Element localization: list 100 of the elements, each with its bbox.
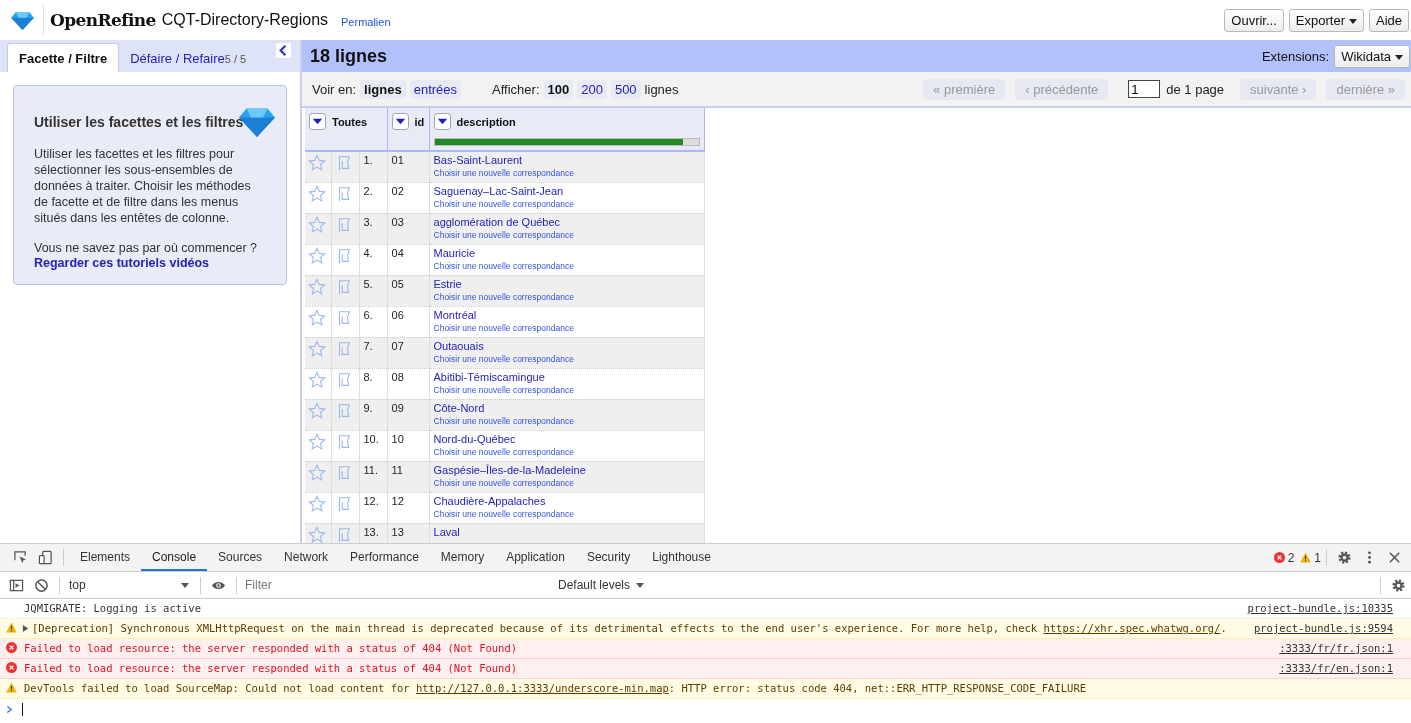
devtools-tab[interactable]: Application (495, 544, 576, 571)
cell-value-link[interactable]: Saguenay–Lac-Saint-Jean (433, 184, 700, 197)
clear-icon[interactable] (34, 577, 49, 593)
tutorials-link[interactable]: Regarder ces tutoriels vidéos (34, 256, 266, 270)
help-title: Utiliser les facettes et les filtres (34, 114, 245, 130)
table-cell: 07 (387, 337, 429, 368)
error-icon (6, 662, 17, 673)
panel-tab[interactable]: Défaire / Refaire5 / 5 (119, 44, 258, 72)
header-button[interactable]: Exporter (1288, 8, 1364, 32)
devtools-tab[interactable]: Security (575, 544, 642, 571)
devtools-tab[interactable]: Sources (207, 544, 274, 571)
cell-value-link[interactable]: Montréal (433, 308, 700, 321)
page-size-option[interactable]: 200 (577, 79, 607, 99)
star-icon[interactable] (308, 308, 326, 327)
cell-value-link[interactable]: Côte-Nord (433, 401, 700, 414)
devtools-tab[interactable]: Network (273, 544, 340, 571)
help-text: Utiliser les facettes et les filtres pour sélectionner les sous-ensembles de données à traiter. Choisir les méthodes de facette et de filtre dans les menus situés dans les entêtes de colonne. (34, 146, 252, 226)
match-link[interactable]: Choisir une nouvelle correspondance (433, 260, 700, 271)
match-link[interactable]: Choisir une nouvelle correspondance (433, 477, 700, 488)
message-link[interactable]: https://xhr.spec.whatwg.org/ (1043, 622, 1221, 634)
match-link[interactable]: Choisir une nouvelle correspondance (433, 291, 700, 302)
cell-value-link[interactable]: Gaspésie–Îles-de-la-Madeleine (433, 463, 700, 476)
warning-icon (1300, 552, 1312, 563)
row-index: 13. (359, 523, 387, 543)
star-icon[interactable] (308, 154, 326, 172)
column-menu-icon[interactable] (309, 113, 326, 130)
cell-value-link[interactable]: Bas-Saint-Laurent (433, 154, 700, 166)
device-icon[interactable] (38, 550, 53, 565)
project-title: CQT-Directory-Regions (161, 11, 329, 29)
source-link[interactable]: project-bundle.js:10335 (1247, 601, 1393, 616)
table-cell: 11 (387, 461, 429, 492)
console-message: [Deprecation] Synchronous XMLHttpRequest on the main thread is deprecated because of its detrimental effects to the end user's experience. For more help, check https://xhr.spec.whatwg.org/. (32, 621, 1228, 636)
star-icon[interactable] (308, 370, 326, 389)
help-question: Vous ne savez pas par où commencer ? (34, 240, 259, 256)
match-link[interactable]: Choisir une nouvelle correspondance (433, 446, 700, 457)
cell-value-link[interactable]: Abitibi-Témiscamingue (433, 370, 700, 383)
row-index: 7. (359, 337, 387, 368)
view-mode-option[interactable]: entrées (409, 79, 462, 99)
cell-value-link[interactable]: Estrie (433, 277, 700, 290)
cell-value-link[interactable]: Mauricie (433, 246, 700, 259)
source-link[interactable]: project-bundle.js:9594 (1253, 621, 1393, 636)
inspect-icon[interactable] (13, 550, 28, 565)
cell-value-link[interactable]: agglomération de Québec (433, 215, 700, 228)
close-icon[interactable] (1387, 550, 1402, 565)
error-count: 2 (1287, 550, 1295, 565)
brand-name: OpenRefine (50, 10, 156, 30)
match-link[interactable]: Choisir une nouvelle correspondance (433, 508, 700, 519)
cell-value-link[interactable]: Nord-du-Québec (433, 432, 700, 445)
match-link[interactable]: Choisir une nouvelle correspondance (433, 322, 700, 333)
page-size-option[interactable]: 500 (610, 79, 641, 99)
match-link[interactable]: Choisir une nouvelle correspondance (433, 415, 700, 426)
match-link[interactable]: Choisir une nouvelle correspondance (433, 384, 700, 395)
page-size-option[interactable]: 100 (543, 79, 574, 99)
cell-value-link[interactable]: Chaudière-Appalaches (433, 494, 700, 507)
column-header: description (456, 115, 516, 128)
devtools-tab[interactable]: Lighthouse (641, 544, 722, 571)
error-icon (6, 642, 17, 653)
warning-count: 1 (1314, 550, 1321, 565)
prompt-icon (6, 705, 13, 714)
view-mode-option[interactable]: lignes (360, 79, 406, 99)
star-icon[interactable] (308, 432, 326, 451)
page-input[interactable]: 1 (1128, 80, 1161, 98)
column-menu-icon[interactable] (391, 113, 409, 130)
match-link[interactable]: Choisir une nouvelle correspondance (433, 198, 700, 209)
match-link[interactable]: Choisir une nouvelle correspondance (433, 168, 700, 178)
permalink-link[interactable]: Permalien (341, 16, 391, 28)
source-link[interactable]: :3333/fr/fr.json:1 (1279, 641, 1393, 656)
diamond-logo-icon (11, 10, 34, 30)
settings-icon[interactable] (1337, 550, 1352, 565)
show-label: Afficher: (492, 81, 540, 97)
collapse-icon[interactable] (276, 42, 291, 58)
sidebar-icon[interactable] (9, 577, 24, 593)
match-link[interactable]: Choisir une nouvelle correspondance (433, 229, 700, 240)
star-icon[interactable] (308, 463, 326, 482)
console-message: Failed to load resource: the server responded with a status of 404 (Not Found) (24, 661, 519, 676)
header-button[interactable]: Ouvrir... (1224, 8, 1284, 32)
expand-arrow-icon[interactable] (22, 625, 29, 632)
settings-icon[interactable] (1391, 577, 1406, 593)
column-menu-icon[interactable] (433, 113, 451, 130)
context-select[interactable]: top (65, 578, 195, 592)
devtools-tab[interactable]: Elements (69, 544, 142, 571)
cell-value-link[interactable]: Outaouais (433, 339, 700, 352)
panel-tab[interactable]: Facette / Filtre (7, 43, 120, 72)
star-icon[interactable] (308, 339, 326, 358)
match-link[interactable]: Choisir une nouvelle correspondance (433, 353, 700, 364)
star-icon[interactable] (308, 277, 326, 296)
devtools-tab[interactable]: Performance (339, 544, 430, 571)
star-icon[interactable] (308, 246, 326, 265)
star-icon[interactable] (308, 401, 326, 420)
devtools-tab[interactable]: Memory (429, 544, 496, 571)
star-icon[interactable] (308, 494, 326, 513)
message-link[interactable]: http://127.0.0.1:3333/underscore-min.map (415, 682, 669, 694)
column-header: id (414, 115, 425, 128)
levels-dropdown[interactable]: Default levels (558, 578, 631, 592)
star-icon[interactable] (308, 184, 326, 203)
star-icon[interactable] (308, 525, 326, 543)
extensions-button[interactable]: Wikidata (1334, 44, 1410, 68)
header-button[interactable]: Aide (1368, 8, 1409, 32)
star-icon[interactable] (308, 215, 326, 234)
source-link[interactable]: :3333/fr/en.json:1 (1279, 661, 1393, 676)
